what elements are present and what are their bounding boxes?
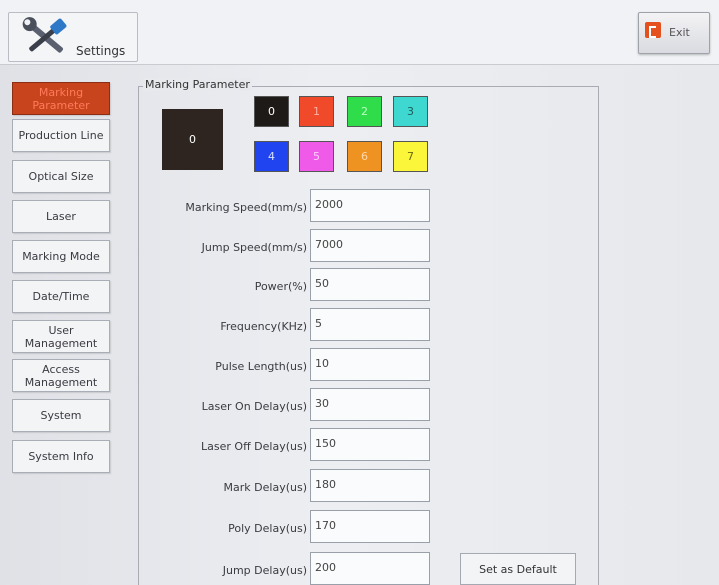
laser-on-delay-input[interactable]: 30 [310,388,430,421]
marking-speed-input[interactable]: 2000 [310,189,430,222]
sidebar-item-user-management[interactable]: User Management [12,320,110,353]
settings-home-button[interactable]: Settings [8,12,138,62]
sidebar-item-optical-size[interactable]: Optical Size [12,160,110,193]
color-swatch-2[interactable]: 2 [347,96,382,127]
selected-color-preview: 0 [162,109,223,170]
jump-delay-input[interactable]: 200 [310,552,430,585]
marking-speed-label: Marking Speed(mm/s) [185,201,307,214]
exit-icon [645,22,661,38]
frequency-input[interactable]: 5 [310,308,430,341]
color-swatch-5[interactable]: 5 [299,141,334,172]
power-label: Power(%) [254,280,307,293]
sidebar-item-system[interactable]: System [12,399,110,432]
color-swatch-6[interactable]: 6 [347,141,382,172]
color-swatch-7[interactable]: 7 [393,141,428,172]
poly-delay-label: Poly Delay(us) [228,522,307,535]
settings-label: Settings [76,44,126,58]
exit-button[interactable]: Exit [638,12,710,54]
laser-off-delay-label: Laser Off Delay(us) [201,440,307,453]
jump-delay-label: Jump Delay(us) [222,564,307,577]
poly-delay-input[interactable]: 170 [310,510,430,543]
sidebar-item-system-info[interactable]: System Info [12,440,110,473]
sidebar-item-production-line[interactable]: Production Line [12,119,110,152]
jump-speed-input[interactable]: 7000 [310,229,430,262]
sidebar-item-laser[interactable]: Laser [12,200,110,233]
settings-screen: Settings Exit Marking Parameter Producti… [0,0,719,585]
sidebar-item-access-management[interactable]: Access Management [12,359,110,392]
sidebar-item-date-time[interactable]: Date/Time [12,280,110,313]
exit-label: Exit [669,26,690,39]
sidebar-item-marking-mode[interactable]: Marking Mode [12,240,110,273]
color-swatch-1[interactable]: 1 [299,96,334,127]
frequency-label: Frequency(KHz) [220,320,307,333]
pulse-length-label: Pulse Length(us) [215,360,307,373]
sidebar-item-marking-parameter[interactable]: Marking Parameter [12,82,110,115]
set-as-default-button[interactable]: Set as Default [460,553,576,585]
color-swatch-4[interactable]: 4 [254,141,289,172]
laser-on-delay-label: Laser On Delay(us) [201,400,307,413]
jump-speed-label: Jump Speed(mm/s) [201,241,307,254]
mark-delay-label: Mark Delay(us) [223,481,307,494]
power-input[interactable]: 50 [310,268,430,301]
header-bar: Settings Exit [0,0,719,65]
tools-icon [22,17,67,53]
color-swatch-3[interactable]: 3 [393,96,428,127]
laser-off-delay-input[interactable]: 150 [310,428,430,461]
mark-delay-input[interactable]: 180 [310,469,430,502]
color-swatch-0[interactable]: 0 [254,96,289,127]
pulse-length-input[interactable]: 10 [310,348,430,381]
panel-title: Marking Parameter [143,78,252,91]
